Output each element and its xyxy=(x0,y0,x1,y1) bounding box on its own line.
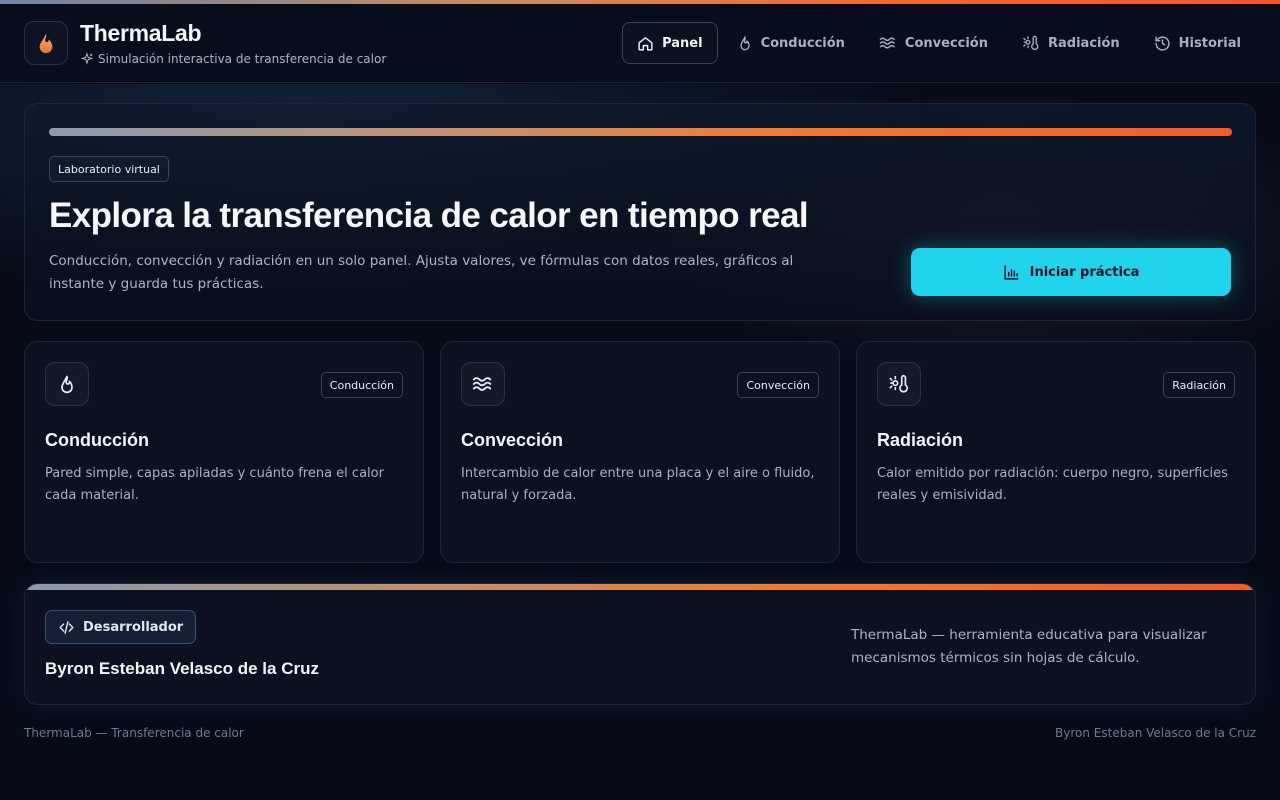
hero-description: Conducción, convección y radiación en un… xyxy=(49,253,794,292)
history-icon xyxy=(1155,35,1170,51)
card-description: Intercambio de calor entre una placa y e… xyxy=(461,466,815,503)
hero-panel: Laboratorio virtual Explora la transfere… xyxy=(24,103,1256,321)
start-practice-label: Iniciar práctica xyxy=(1029,264,1140,280)
hero-badge: Laboratorio virtual xyxy=(49,156,169,182)
waves-icon xyxy=(472,377,492,391)
card-description: Pared simple, capas apiladas y cuánto fr… xyxy=(45,466,384,503)
app-subtitle-text: Simulación interactiva de transferencia … xyxy=(98,52,387,66)
nav-item-panel[interactable]: Panel xyxy=(622,22,718,64)
flame-logo-icon xyxy=(39,33,53,54)
app-logo[interactable] xyxy=(24,21,68,65)
developer-badge-label: Desarrollador xyxy=(83,619,184,635)
card-description: Calor emitido por radiación: cuerpo negr… xyxy=(877,466,1228,503)
card-tag: Radiación xyxy=(1163,372,1235,398)
start-practice-button[interactable]: Iniciar práctica xyxy=(911,248,1231,296)
nav-item-label: Conducción xyxy=(760,35,845,51)
nav-item-radiacion[interactable]: Radiación xyxy=(1007,22,1135,64)
card-conduccion[interactable]: Conducción Conducción Pared simple, capa… xyxy=(24,341,424,563)
footer-left-text: ThermaLab — Transferencia de calor xyxy=(24,726,244,740)
card-title: Radiación xyxy=(877,430,964,450)
card-icon-box xyxy=(45,362,89,406)
card-icon-box xyxy=(461,362,505,406)
sparkles-icon xyxy=(80,52,94,65)
developer-panel: Desarrollador Byron Esteban Velasco de l… xyxy=(24,583,1256,705)
app-title: ThermaLab xyxy=(80,20,202,46)
card-tag: Convección xyxy=(737,372,819,398)
developer-gradient-bar xyxy=(25,584,1255,590)
card-title: Conducción xyxy=(45,430,149,450)
app-subtitle: Simulación interactiva de transferencia … xyxy=(80,52,386,66)
main-nav: Panel Conducción Convección Radiación Hi… xyxy=(622,22,1256,64)
nav-item-conduccion[interactable]: Conducción xyxy=(722,22,860,64)
card-conveccion[interactable]: Convección Convección Intercambio de cal… xyxy=(440,341,840,563)
home-icon xyxy=(638,36,653,51)
card-tag: Conducción xyxy=(320,372,403,398)
hero-title: Explora la transferencia de calor en tie… xyxy=(49,196,809,235)
app-header: ThermaLab Simulación interactiva de tran… xyxy=(0,4,1280,83)
card-icon-box xyxy=(877,362,921,406)
bar-chart-icon xyxy=(1004,264,1019,280)
hero-gradient-bar xyxy=(49,128,1232,136)
nav-item-label: Panel xyxy=(662,35,703,51)
flame-icon xyxy=(739,36,750,51)
card-title: Convección xyxy=(461,430,564,450)
nav-item-historial[interactable]: Historial xyxy=(1139,22,1256,64)
card-radiacion[interactable]: Radiación Radiación Calor emitido por ra… xyxy=(856,341,1256,563)
waves-icon xyxy=(879,37,895,49)
code-icon xyxy=(59,620,74,634)
nav-item-label: Radiación xyxy=(1048,35,1120,51)
flame-icon xyxy=(61,375,73,394)
nav-item-label: Historial xyxy=(1178,35,1241,51)
nav-item-label: Convección xyxy=(904,35,988,51)
developer-about: ThermaLab — herramienta educativa para v… xyxy=(851,627,1207,666)
developer-badge: Desarrollador xyxy=(45,610,197,644)
footer-right-text: Byron Esteban Velasco de la Cruz xyxy=(1055,726,1256,740)
sun-thermometer-icon xyxy=(889,374,909,393)
sun-thermometer-icon xyxy=(1023,35,1039,50)
nav-item-conveccion[interactable]: Convección xyxy=(864,22,1003,64)
developer-name: Byron Esteban Velasco de la Cruz xyxy=(45,659,319,678)
